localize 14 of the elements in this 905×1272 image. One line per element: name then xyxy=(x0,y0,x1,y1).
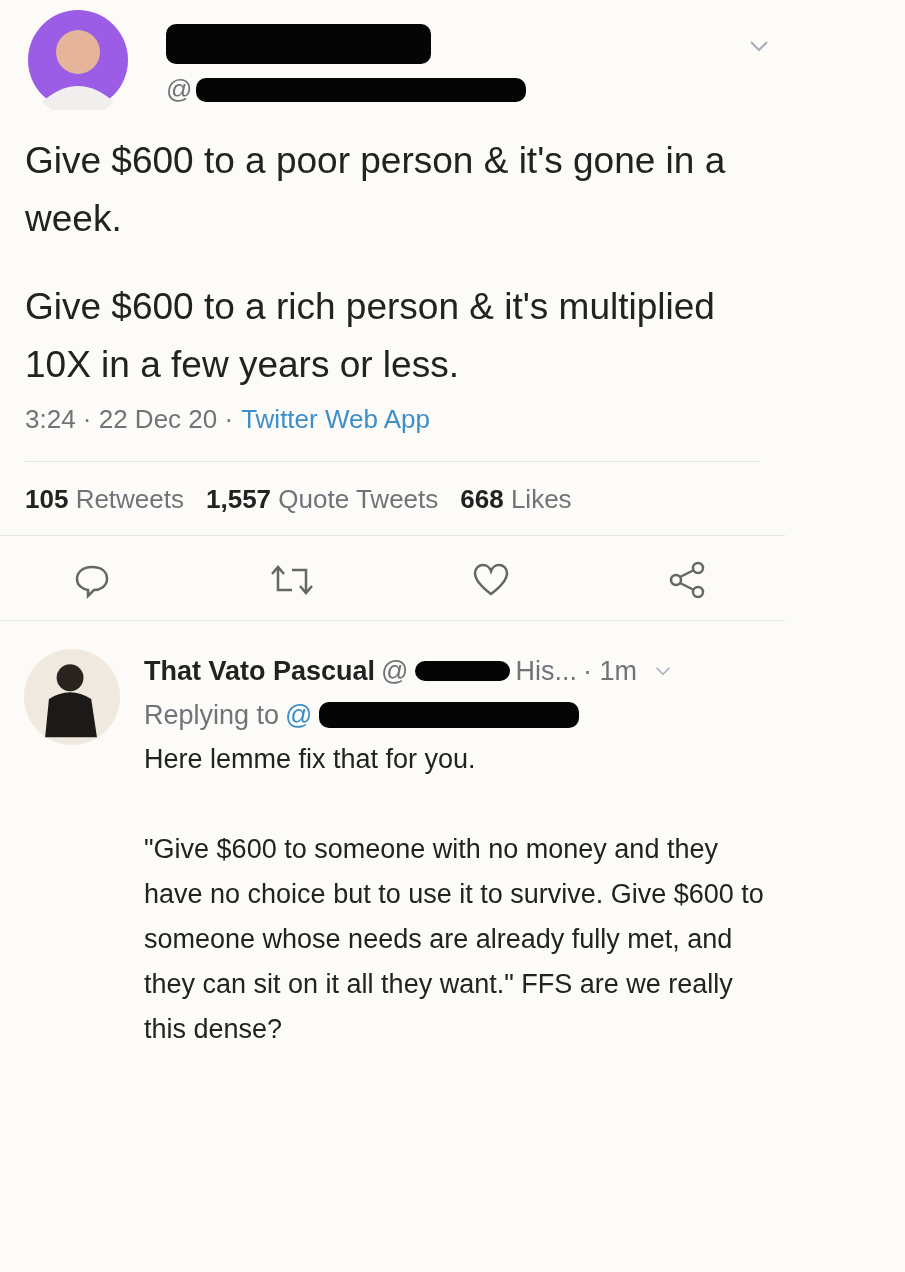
replying-label: Replying to xyxy=(144,699,280,732)
stat-link[interactable]: 105 Retweets xyxy=(25,484,184,515)
reply-text: "Give $600 to someone with no money and they have no choice but to use it to survive. Give $600 to someone whose needs are already fully met, and they can sit on it all they want." FFS are we really this dense? xyxy=(144,833,765,1046)
tweet-time: 3:24 · 22 Dec 20 · xyxy=(25,404,234,435)
tweet-text: Give $600 to a rich person & it's multiplied 10X in a few years or less. xyxy=(25,285,716,387)
user-name: That Vato Pascual xyxy=(144,655,376,688)
tweet-text: Give $600 to a poor person & it's gone in a week. xyxy=(25,139,727,241)
user-handle: @ xyxy=(166,74,193,105)
user-handle: His... xyxy=(515,655,578,688)
stat-link[interactable]: 1,557 Quote Tweets xyxy=(206,484,439,515)
stat-link[interactable]: 668 Likes xyxy=(460,484,572,515)
tweet-time: · 1m xyxy=(583,655,638,688)
reply-text: Here lemme fix that for you. xyxy=(144,743,477,776)
user-handle: @ xyxy=(381,655,409,688)
